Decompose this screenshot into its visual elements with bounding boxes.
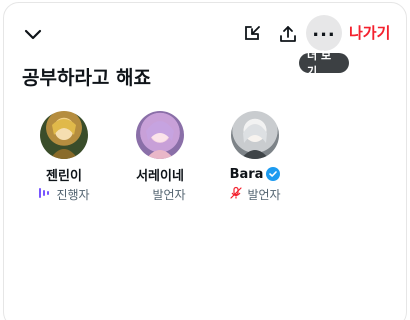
avatar: [40, 111, 88, 159]
speaker-item[interactable]: 서레이네 발언자: [115, 111, 205, 202]
share-icon[interactable]: [274, 20, 302, 48]
avatar: [136, 111, 184, 159]
minimize-chevron-down-icon[interactable]: [21, 22, 45, 46]
more-options-button[interactable]: ...: [306, 15, 342, 51]
speaker-item-host[interactable]: 젠린이 진행자: [19, 111, 109, 202]
speaker-role: 발언자: [229, 186, 281, 203]
avatar: [231, 111, 279, 159]
space-panel: ... 나가기 더 보기 공부하라고 해죠 젠린이 진행자 서레이네 발언자 B…: [3, 2, 407, 320]
ellipsis-icon: ...: [312, 19, 336, 41]
more-tooltip: 더 보기: [299, 49, 349, 78]
speaking-bars-icon: [38, 187, 52, 202]
speaker-role: 진행자: [38, 186, 90, 202]
speaker-name: 젠린이: [46, 168, 82, 184]
dock-collapse-icon[interactable]: [238, 20, 266, 48]
mic-muted-icon: [229, 186, 243, 203]
space-title: 공부하라고 해죠: [22, 67, 151, 89]
speaker-item[interactable]: Bara 발언자: [210, 111, 300, 202]
speaker-name: 서레이네: [136, 168, 184, 184]
speaker-role: 발언자: [152, 187, 186, 202]
leave-button[interactable]: 나가기: [349, 22, 390, 43]
verified-badge-icon: [266, 167, 281, 181]
speaker-name: Bara: [230, 165, 281, 183]
